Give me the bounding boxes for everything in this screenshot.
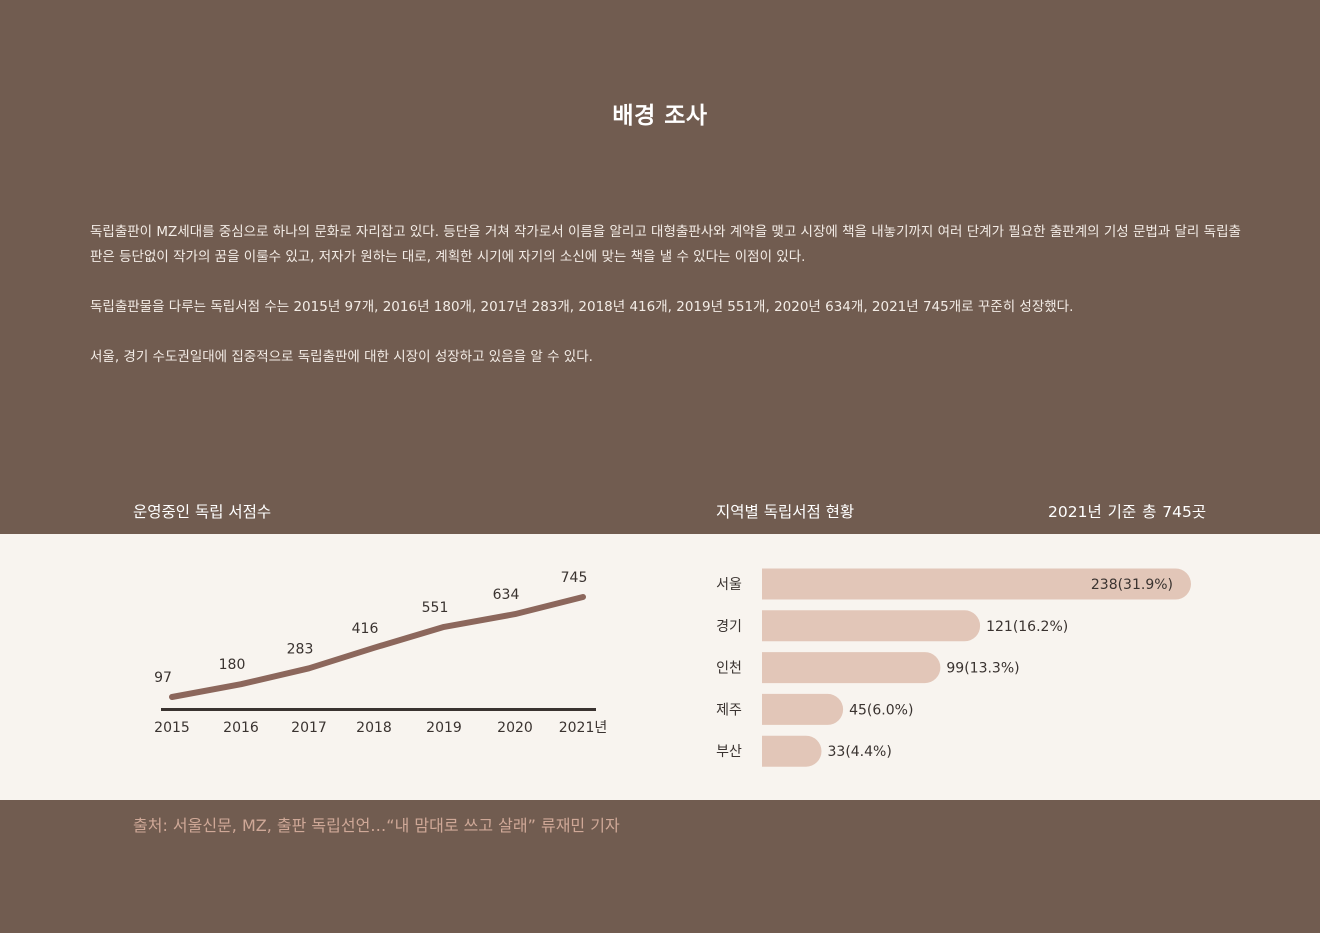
bar-data-label: 121(16.2%)	[986, 619, 1068, 635]
bar	[762, 693, 844, 725]
line-chart-title: 운영중인 독립 서점수	[133, 503, 272, 521]
region-paragraph: 서울, 경기 수도권일대에 집중적으로 독립출판에 대한 시장이 성장하고 있음…	[90, 349, 593, 365]
line-series	[169, 594, 586, 700]
bar-category-label: 인천	[716, 661, 742, 677]
source-citation: 출처: 서울신문, MZ, 출판 독립선언…“내 맘대로 쓰고 살래” 류재민 …	[133, 816, 620, 835]
bar-data-label: 99(13.3%)	[946, 661, 1019, 677]
x-tick-label: 2020	[497, 720, 533, 736]
bar-category-label: 경기	[716, 619, 742, 635]
bar	[762, 735, 822, 767]
bar	[762, 610, 981, 642]
bar-category-label: 부산	[716, 744, 742, 760]
bar	[762, 652, 941, 684]
data-label: 634	[493, 587, 520, 603]
chart-band: 97 2015 180 2016 283 2017 416 2018 551 2019 634 202…	[0, 534, 1320, 800]
intro-paragraph: 독립출판이 MZ세대를 중심으로 하나의 문화로 자리잡고 있다. 등단을 거쳐…	[90, 224, 1241, 265]
x-tick-label: 2019	[426, 720, 462, 736]
data-label: 283	[287, 641, 314, 657]
growth-paragraph: 독립출판물을 다루는 독립서점 수는 2015년 97개, 2016년 180개…	[90, 299, 1074, 315]
x-tick-label: 2017	[291, 720, 327, 736]
bar-chart-title: 지역별 독립서점 현황	[716, 503, 855, 521]
bar-category-label: 서울	[716, 577, 742, 593]
bar-data-label: 33(4.4%)	[828, 744, 892, 760]
data-label: 551	[422, 600, 449, 616]
x-tick-label: 2018	[356, 720, 392, 736]
page-title: 배경 조사	[612, 103, 708, 129]
x-tick-label: 2016	[223, 720, 259, 736]
x-tick-label: 2015	[154, 720, 190, 736]
bar-category-label: 제주	[716, 702, 742, 718]
data-label: 97	[154, 670, 172, 686]
bar-chart-subtitle: 2021년 기준 총 745곳	[1048, 503, 1207, 521]
data-label: 180	[219, 657, 246, 673]
x-tick-label: 2021년	[559, 720, 608, 736]
data-label: 745	[561, 570, 588, 586]
bar-chart: 서울 238(31.9%) 경기 121(16.2%) 인천 99(13.3%) 제주 45(…	[716, 568, 1191, 767]
bar-data-label: 238(31.9%)	[1091, 577, 1173, 593]
line-chart: 97 2015 180 2016 283 2017 416 2018 551 2019 634 202…	[154, 570, 608, 736]
data-label: 416	[352, 621, 379, 637]
bar-data-label: 45(6.0%)	[849, 702, 913, 718]
